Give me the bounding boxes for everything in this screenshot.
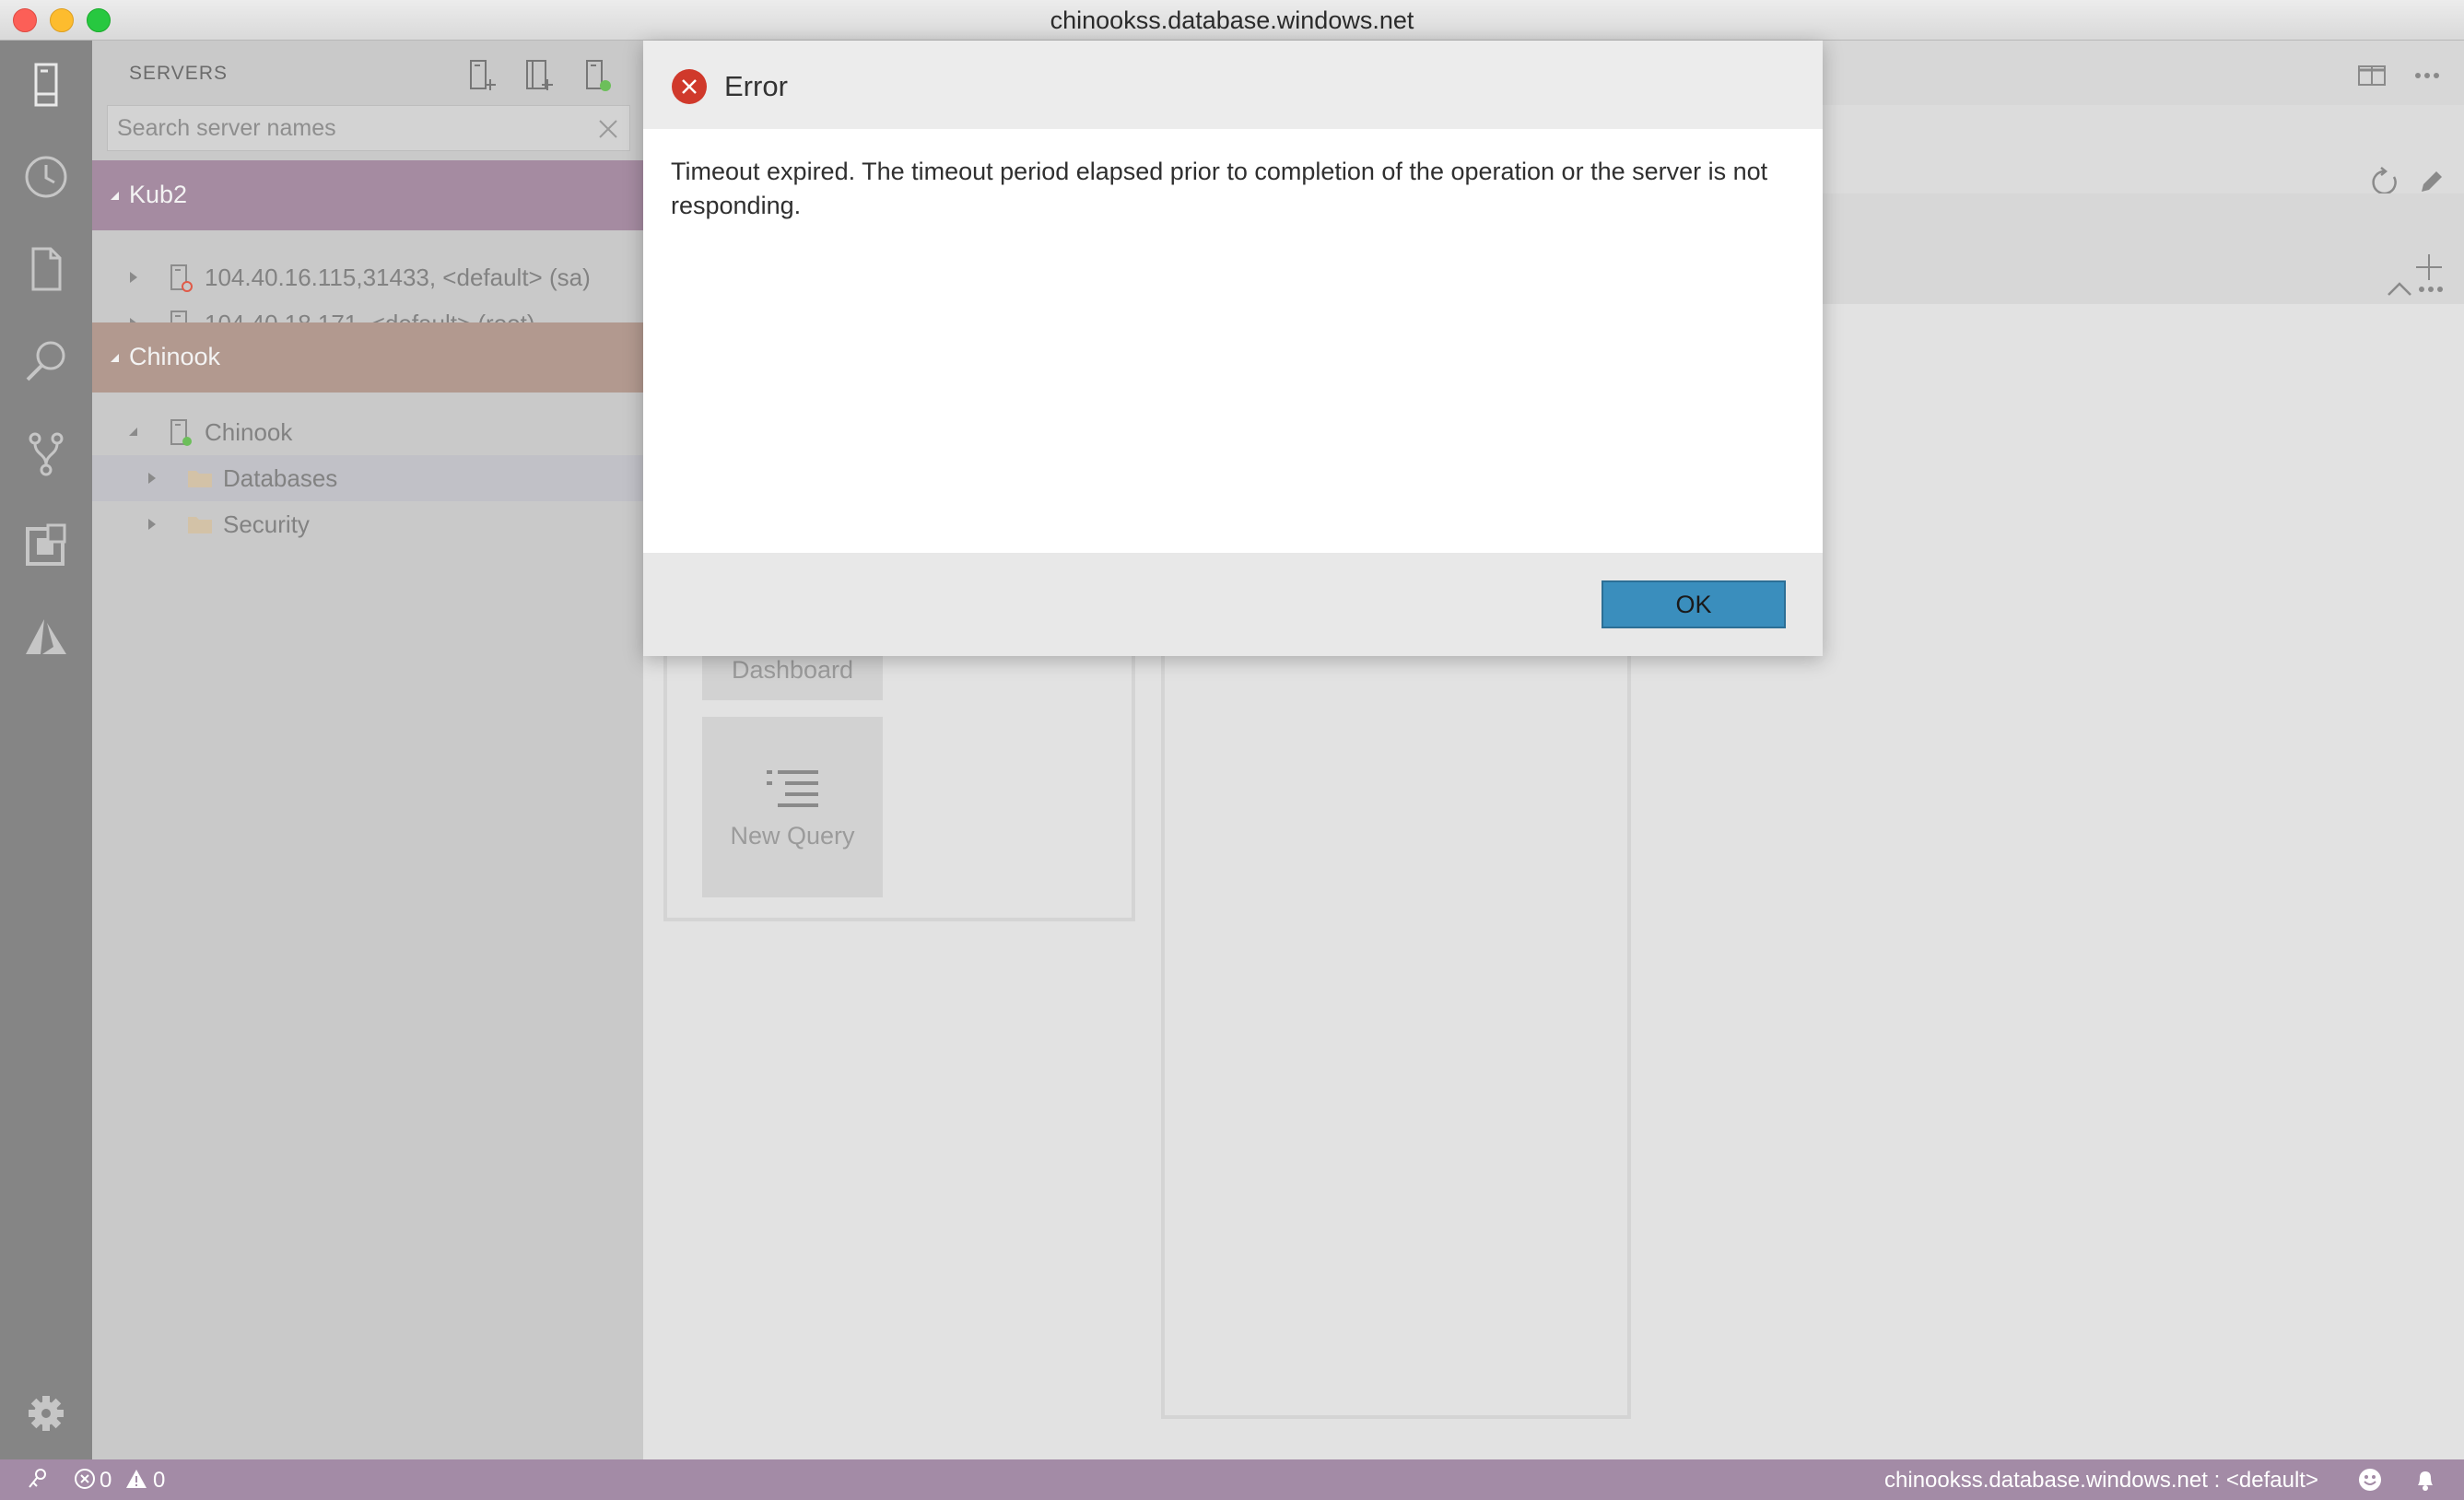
tree-node-databases[interactable]: Databases — [92, 455, 643, 501]
feedback-smiley-icon[interactable] — [2357, 1467, 2383, 1493]
new-query-icon — [763, 768, 822, 809]
widget-more-icon[interactable] — [2412, 271, 2449, 308]
server-connected-icon — [168, 418, 195, 448]
file-icon[interactable] — [20, 243, 72, 295]
folder-icon — [186, 466, 214, 496]
server-label: 104.40.16.115,31433, <default> (sa) — [205, 264, 591, 291]
dashboard-widget-panel — [1161, 612, 1631, 1419]
dashboard-task-label: Dashboard — [731, 656, 854, 684]
settings-icon[interactable] — [20, 1388, 72, 1439]
search-server-input-container — [107, 105, 630, 151]
server-group-chinook[interactable]: Chinook — [92, 322, 643, 393]
error-icon — [671, 68, 708, 105]
status-bar: 0 0 chinookss.database.windows.net : <de… — [0, 1459, 2464, 1500]
new-query-task-label: New Query — [730, 822, 855, 850]
search-icon[interactable] — [20, 335, 72, 387]
more-actions-icon[interactable] — [2409, 57, 2446, 94]
server-group-label: Kub2 — [129, 181, 188, 208]
expanded-caret-icon — [129, 428, 137, 436]
server-node-chinook[interactable]: Chinook — [92, 409, 643, 455]
server-label: Chinook — [205, 418, 293, 446]
extensions-icon[interactable] — [20, 520, 72, 571]
source-control-icon[interactable] — [20, 428, 72, 479]
active-connections-icon[interactable] — [579, 57, 616, 94]
tree-node-security[interactable]: Security — [92, 501, 643, 547]
dialog-title: Error — [724, 70, 788, 102]
server-group-kub2[interactable]: Kub2 — [92, 160, 643, 230]
history-icon[interactable] — [20, 151, 72, 203]
activity-bar — [0, 41, 92, 1459]
tree-node-label: Security — [223, 510, 310, 538]
split-editor-icon[interactable] — [2353, 57, 2390, 94]
folder-icon — [186, 512, 214, 542]
new-query-task-button[interactable]: New Query — [702, 717, 883, 897]
server-group-label: Chinook — [129, 343, 221, 370]
notifications-bell-icon[interactable] — [2412, 1467, 2438, 1493]
expanded-caret-icon — [111, 192, 119, 200]
server-node-104-40-16-115[interactable]: 104.40.16.115,31433, <default> (sa) — [92, 254, 643, 300]
servers-sidebar: SERVERS Kub2 104.40.16.115,31433, <defau… — [92, 41, 643, 1459]
clear-search-icon[interactable] — [596, 117, 620, 141]
servers-icon[interactable] — [20, 59, 72, 111]
error-dialog: Error Timeout expired. The timeout perio… — [643, 41, 1823, 656]
new-server-group-icon[interactable] — [520, 57, 557, 94]
collapsed-caret-icon — [148, 519, 156, 530]
server-disconnected-icon — [168, 264, 195, 293]
window-title: chinookss.database.windows.net — [1050, 6, 1414, 34]
collapsed-caret-icon — [130, 272, 137, 283]
remote-icon[interactable] — [24, 1467, 50, 1493]
dialog-message: Timeout expired. The timeout period elap… — [671, 158, 1768, 219]
warnings-count[interactable]: 0 — [153, 1468, 165, 1494]
expanded-caret-icon — [111, 354, 119, 362]
title-bar: chinookss.database.windows.net — [0, 0, 2464, 41]
ok-button[interactable]: OK — [1602, 580, 1786, 628]
collapsed-caret-icon — [148, 473, 156, 484]
errors-icon[interactable] — [74, 1468, 96, 1490]
tree-node-label: Databases — [223, 464, 338, 492]
tasks-widget: Dashboard New Query — [663, 612, 1135, 921]
connection-status[interactable]: chinookss.database.windows.net : <defaul… — [1884, 1468, 2318, 1494]
warnings-icon[interactable] — [125, 1468, 147, 1490]
new-connection-icon[interactable] — [463, 57, 499, 94]
sidebar-header: SERVERS — [129, 63, 228, 84]
dialog-footer: OK — [643, 553, 1823, 656]
search-server-input[interactable] — [108, 106, 629, 150]
azure-icon[interactable] — [20, 612, 72, 663]
dialog-header: Error — [643, 41, 1823, 129]
errors-count[interactable]: 0 — [100, 1468, 111, 1494]
